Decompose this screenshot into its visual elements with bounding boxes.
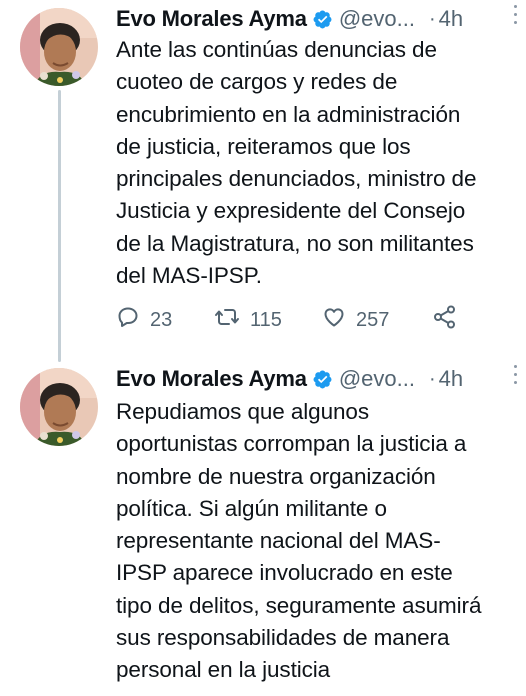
reply-count: 23 <box>150 308 173 331</box>
author-handle[interactable]: @evo... <box>339 366 415 392</box>
like-count: 257 <box>356 308 390 331</box>
avatar-photo <box>20 8 98 86</box>
tweet-timestamp[interactable]: 4h <box>439 366 463 392</box>
author-name[interactable]: Evo Morales Ayma <box>116 6 307 32</box>
author-name[interactable]: Evo Morales Ayma <box>116 366 307 392</box>
more-options-icon[interactable] <box>510 362 520 386</box>
tweet-header: Evo Morales Ayma @evo... · 4h <box>116 4 516 34</box>
like-button[interactable]: 257 <box>322 305 432 335</box>
avatar[interactable] <box>20 368 98 446</box>
share-icon <box>432 304 458 336</box>
tweet-text: Ante las continúas denuncias de cuoteo d… <box>116 37 477 289</box>
tweet-actions: 23 115 257 <box>116 303 516 337</box>
verified-badge-icon <box>312 9 333 30</box>
retweet-button[interactable]: 115 <box>214 305 322 335</box>
tweet-timestamp[interactable]: 4h <box>439 6 463 32</box>
tweet-text: Repudiamos que algunos oportunistas corr… <box>116 399 482 683</box>
author-handle[interactable]: @evo... <box>339 6 415 32</box>
reply-icon <box>116 305 140 335</box>
share-button[interactable] <box>432 304 458 336</box>
retweet-icon <box>214 305 240 335</box>
separator-dot: · <box>428 7 436 30</box>
reply-button[interactable]: 23 <box>116 305 214 335</box>
tweet-header: Evo Morales Ayma @evo... · 4h <box>116 364 516 394</box>
avatar[interactable] <box>20 8 98 86</box>
separator-dot: · <box>428 367 436 390</box>
verified-badge-icon <box>312 369 333 390</box>
retweet-count: 115 <box>250 308 282 331</box>
more-options-icon[interactable] <box>510 2 520 26</box>
like-icon <box>322 305 346 335</box>
avatar-photo <box>20 368 98 446</box>
thread-connector-line <box>58 90 61 362</box>
